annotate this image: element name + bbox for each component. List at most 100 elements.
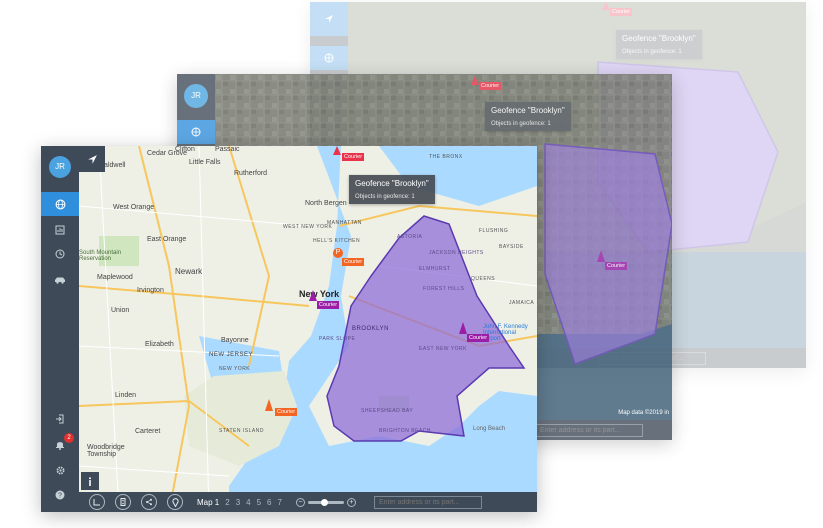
notification-badge: 2 — [64, 433, 74, 443]
locate-button[interactable] — [79, 146, 105, 172]
courier-marker-4[interactable] — [459, 322, 467, 334]
share-icon — [146, 498, 152, 506]
map-tab-4[interactable]: 4 — [246, 498, 250, 507]
back-locate-button[interactable] — [310, 2, 348, 36]
label-park-slope: PARK SLOPE — [319, 336, 356, 342]
map-toolbar: Map 1 2 3 4 5 6 7 − + — [79, 492, 537, 512]
middle-globe-button[interactable] — [177, 120, 215, 144]
geofence-tooltip-title: Geofence "Brooklyn" — [355, 179, 429, 188]
ruler-tool[interactable] — [89, 494, 105, 510]
logout-button[interactable] — [41, 407, 79, 431]
front-map-window: JR 2 ? Caldwell Cedar Grove Little Falls… — [41, 146, 537, 512]
svg-text:?: ? — [58, 493, 62, 500]
middle-attribution: Map data ©2019 in — [618, 410, 669, 416]
settings-button[interactable] — [41, 458, 79, 482]
map-tab-current[interactable]: Map 1 — [197, 498, 219, 507]
middle-courier-marker-1[interactable] — [471, 76, 479, 85]
label-flushing: FLUSHING — [479, 228, 509, 234]
map-tab-2[interactable]: 2 — [225, 498, 229, 507]
label-clifton: Clifton — [175, 146, 195, 153]
middle-courier-marker-2[interactable] — [597, 250, 605, 262]
address-search-input[interactable] — [373, 495, 482, 509]
courier-tag-5: Courier — [275, 408, 298, 416]
help-icon: ? — [55, 490, 65, 500]
info-icon — [89, 476, 91, 486]
middle-avatar[interactable]: JR — [184, 84, 208, 108]
label-brooklyn: BROOKLYN — [352, 326, 389, 332]
map-tab-7[interactable]: 7 — [278, 498, 282, 507]
label-maplewood: Maplewood — [97, 274, 133, 281]
back-globe-button[interactable] — [310, 46, 348, 70]
traffic-light-icon — [120, 498, 126, 506]
zoom-slider-knob[interactable] — [321, 498, 328, 506]
label-linden: Linden — [115, 392, 137, 399]
front-map[interactable]: Caldwell Cedar Grove Little Falls Passai… — [79, 146, 537, 512]
label-new-york-lower: NEW YORK — [219, 366, 251, 372]
label-elmhurst: ELMHURST — [419, 266, 451, 272]
map-info-button[interactable] — [81, 472, 99, 490]
map-tab-6[interactable]: 6 — [267, 498, 271, 507]
history-icon — [55, 249, 65, 259]
zoom-out-button[interactable]: − — [295, 497, 305, 507]
label-carteret: Carteret — [135, 428, 161, 435]
label-west-orange: West Orange — [113, 204, 155, 211]
parking-courier-icon[interactable]: P — [333, 248, 343, 258]
label-bayside: BAYSIDE — [499, 244, 524, 250]
user-avatar[interactable]: JR — [49, 156, 71, 178]
middle-address-input[interactable] — [535, 423, 643, 437]
middle-geofence[interactable] — [544, 143, 672, 365]
courier-marker-5[interactable] — [265, 399, 273, 411]
label-forest-hills: FOREST HILLS — [423, 286, 465, 292]
label-passaic: Passaic — [215, 146, 240, 153]
label-east-orange: East Orange — [147, 236, 187, 243]
courier-marker-3[interactable] — [309, 290, 317, 301]
label-rutherford: Rutherford — [234, 170, 268, 177]
middle-courier-tag-1: Courier — [479, 82, 502, 90]
label-irvington: Irvington — [137, 287, 164, 294]
sidebar-item-reports[interactable] — [41, 218, 79, 242]
label-east-new-york: EAST NEW YORK — [419, 346, 467, 352]
back-tooltip-title: Geofence "Brooklyn" — [622, 34, 696, 43]
label-jfk-airport: John F. Kennedy International Airport — [483, 324, 528, 342]
label-elizabeth: Elizabeth — [145, 341, 174, 348]
map-tab-5[interactable]: 5 — [257, 498, 261, 507]
courier-tag-3: Courier — [317, 301, 340, 309]
label-astoria: ASTORIA — [397, 234, 423, 240]
back-geofence-tooltip: Geofence "Brooklyn" Objects in geofence:… — [616, 30, 702, 59]
geofence-tooltip-subtitle: Objects in geofence: 1 — [355, 194, 415, 200]
middle-courier-tag-2: Courier — [605, 262, 628, 270]
back-tooltip-subtitle: Objects in geofence: 1 — [622, 49, 682, 55]
courier-marker-1[interactable] — [333, 146, 341, 155]
middle-geofence-tooltip: Geofence "Brooklyn" Objects in geofence:… — [485, 102, 571, 131]
label-staten-island: STATEN ISLAND — [219, 428, 264, 434]
gear-icon — [56, 466, 64, 474]
zoom-slider[interactable] — [307, 498, 344, 506]
globe-icon — [324, 53, 334, 63]
car-icon — [55, 277, 65, 284]
globe-icon — [191, 127, 201, 137]
back-courier-tag: Courier — [610, 8, 633, 16]
label-jamaica: JAMAICA — [509, 300, 535, 306]
label-west-new-york: WEST NEW YORK — [283, 224, 333, 230]
location-pin-icon — [171, 497, 179, 507]
bar-chart-icon — [55, 225, 65, 235]
geofence-tooltip: Geofence "Brooklyn" Objects in geofence:… — [349, 175, 435, 204]
sidebar-item-history[interactable] — [41, 242, 79, 266]
label-north-bergen: North Bergen — [305, 200, 347, 207]
zoom-in-button[interactable]: + — [346, 497, 356, 507]
traffic-tool[interactable] — [115, 494, 131, 510]
sidebar-item-map[interactable] — [41, 192, 79, 216]
back-courier-marker[interactable] — [602, 2, 610, 10]
courier-tag-1: Courier — [342, 153, 365, 161]
share-tool[interactable] — [141, 494, 157, 510]
help-button[interactable]: ? — [41, 483, 79, 507]
label-new-jersey: NEW JERSEY — [209, 352, 254, 358]
label-jackson-heights: JACKSON HEIGHTS — [429, 250, 484, 256]
label-little-falls: Little Falls — [189, 159, 221, 166]
middle-tooltip-subtitle: Objects in geofence: 1 — [491, 121, 551, 127]
courier-tag-4: Courier — [467, 334, 490, 342]
poi-tool[interactable] — [167, 494, 183, 510]
sidebar-item-vehicles[interactable] — [41, 268, 79, 292]
label-newark: Newark — [175, 267, 203, 276]
map-tab-3[interactable]: 3 — [236, 498, 240, 507]
